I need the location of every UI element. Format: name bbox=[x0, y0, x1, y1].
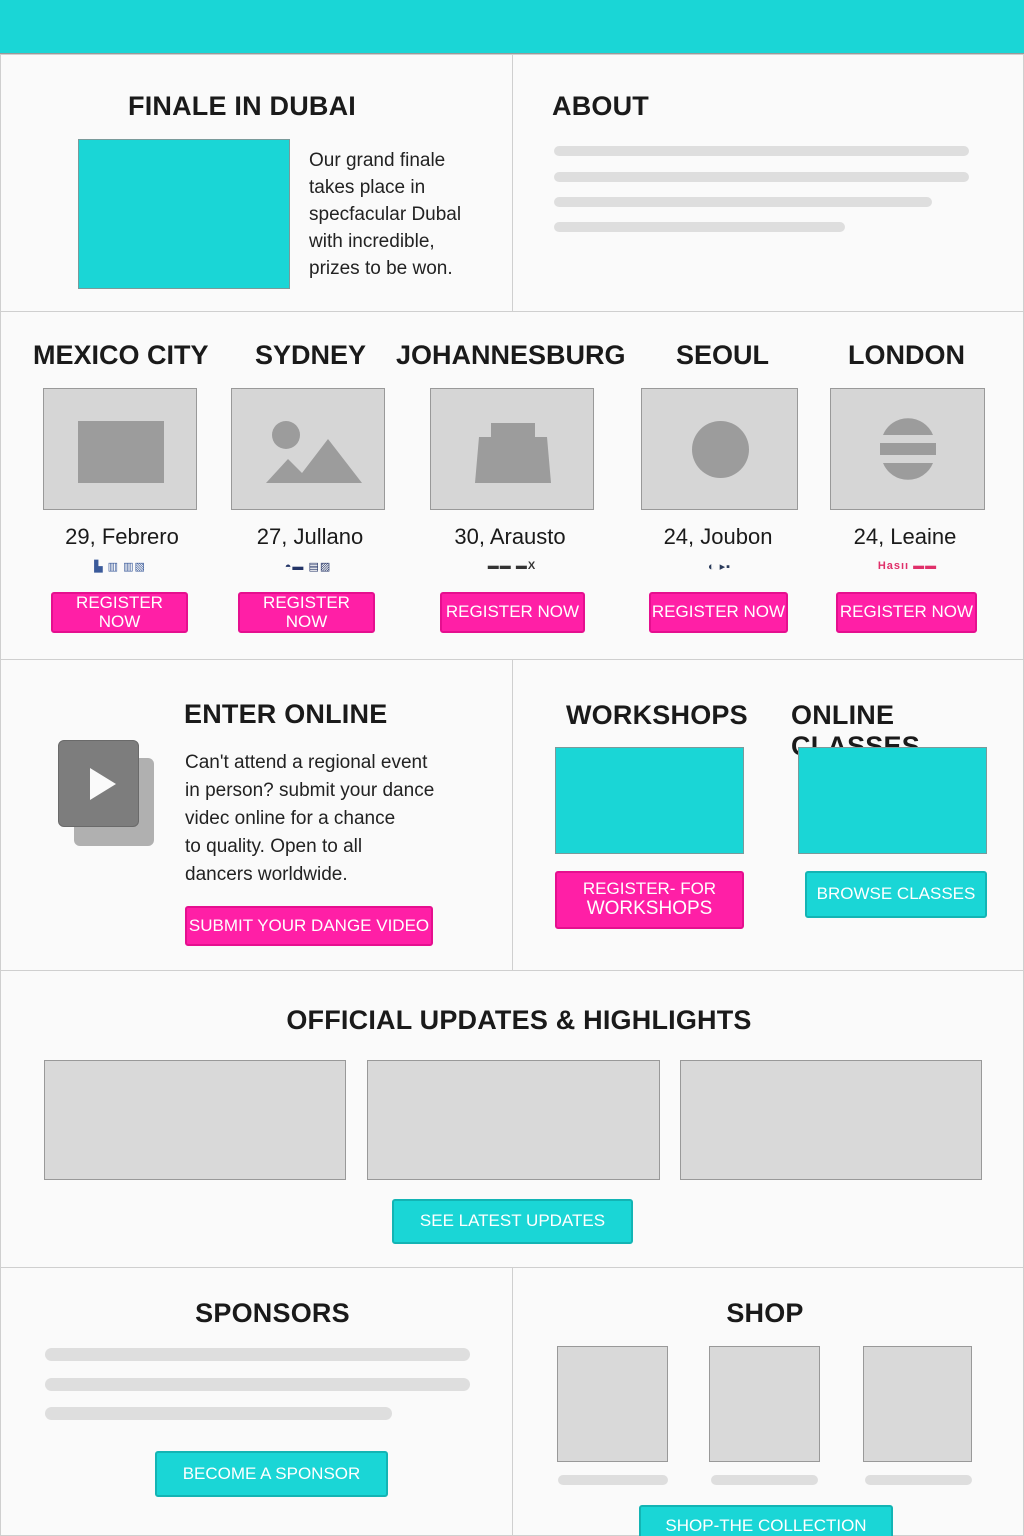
enter-online-description: Can't attend a regional event in person?… bbox=[185, 752, 435, 885]
update-card[interactable] bbox=[680, 1060, 982, 1180]
sponsor-text-line bbox=[45, 1378, 470, 1391]
updates-title: OFFICIAL UPDATES & HIGHLIGHTS bbox=[286, 1005, 752, 1035]
finale-title: FINALE IN DUBAI bbox=[128, 91, 356, 121]
video-play-icon bbox=[58, 740, 156, 846]
city-title: SYDNEY bbox=[255, 340, 367, 370]
shop-product-label bbox=[865, 1475, 972, 1485]
shop-product-image[interactable] bbox=[863, 1346, 972, 1462]
city-date: 24, Joubon bbox=[663, 524, 773, 549]
city-image bbox=[231, 388, 385, 510]
finale-image bbox=[78, 139, 290, 289]
city-flags: Hasıı ▬▬ bbox=[877, 560, 938, 572]
enter-online-panel: ENTER ONLINE Can't attend a regional eve… bbox=[0, 659, 513, 971]
city-image bbox=[43, 388, 197, 510]
sponsors-panel: SPONSORS BECOME A SPONSOR bbox=[0, 1267, 513, 1536]
city-title: SEOUL bbox=[676, 340, 770, 370]
finale-panel: FINALE IN DUBAI Our grand finale takes p… bbox=[0, 54, 513, 312]
submit-video-button[interactable]: SUBMIT YOUR DANGE VIDEO bbox=[185, 906, 433, 946]
register-workshops-button[interactable]: REGISTER- FOR WORKSHOPS bbox=[555, 871, 744, 929]
building-icon bbox=[475, 423, 551, 483]
city-title: JOHANNESBURG bbox=[396, 340, 626, 370]
city-flags: ▙ ▥ ▥▧ bbox=[94, 561, 146, 573]
update-card[interactable] bbox=[367, 1060, 660, 1180]
workshops-image bbox=[555, 747, 744, 854]
update-card[interactable] bbox=[44, 1060, 346, 1180]
about-text-line bbox=[554, 222, 845, 232]
circle-icon bbox=[692, 421, 749, 478]
shop-collection-button[interactable]: SHOP-THE COLLECTION bbox=[639, 1505, 893, 1536]
city-image bbox=[830, 388, 985, 510]
sponsor-text-line bbox=[45, 1407, 392, 1420]
shop-product-label bbox=[711, 1475, 818, 1485]
workshops-classes-panel: WORKSHOPS REGISTER- FOR WORKSHOPS ONLINE… bbox=[512, 659, 1024, 971]
sponsors-title: SPONSORS bbox=[195, 1298, 350, 1328]
enter-online-title: ENTER ONLINE bbox=[184, 699, 388, 729]
workshops-title: WORKSHOPS bbox=[566, 700, 748, 730]
city-title: LONDON bbox=[848, 340, 965, 370]
shop-product-image[interactable] bbox=[557, 1346, 668, 1462]
shop-panel: SHOP SHOP-THE COLLECTION bbox=[512, 1267, 1024, 1536]
see-latest-updates-button[interactable]: SEE LATEST UPDATES bbox=[392, 1199, 633, 1244]
sponsor-text-line bbox=[45, 1348, 470, 1361]
register-now-button[interactable]: REGISTER NOW bbox=[238, 592, 375, 633]
updates-panel: OFFICIAL UPDATES & HIGHLIGHTS SEE LATEST… bbox=[0, 970, 1024, 1268]
register-now-button[interactable]: REGISTER NOW bbox=[836, 592, 977, 633]
globe-icon bbox=[880, 418, 936, 480]
rectangle-icon bbox=[78, 421, 164, 483]
city-date: 29, Febrero bbox=[65, 524, 179, 549]
about-panel: ABOUT bbox=[512, 54, 1024, 312]
about-text-line bbox=[554, 146, 969, 156]
shop-product-label bbox=[558, 1475, 668, 1485]
city-image bbox=[641, 388, 798, 510]
browse-classes-button[interactable]: BROWSE CLASSES bbox=[805, 871, 987, 918]
online-classes-image bbox=[798, 747, 987, 854]
register-now-button[interactable]: REGISTER NOW bbox=[51, 592, 188, 633]
register-now-button[interactable]: REGISTER NOW bbox=[440, 592, 585, 633]
about-text-line bbox=[554, 172, 969, 182]
finale-description: Our grand finale takes place in specfacu… bbox=[309, 150, 462, 279]
image-icon bbox=[266, 421, 362, 483]
city-image bbox=[430, 388, 594, 510]
become-sponsor-button[interactable]: BECOME A SPONSOR bbox=[155, 1451, 388, 1497]
city-date: 27, Jullano bbox=[256, 524, 364, 549]
city-flags: ◐ ▸▪ bbox=[707, 561, 732, 573]
shop-product-image[interactable] bbox=[709, 1346, 820, 1462]
city-flags: ▬▬ ▬X bbox=[487, 560, 537, 572]
top-banner bbox=[0, 0, 1024, 54]
city-flags: ◓▬ ▤▨ bbox=[284, 561, 332, 573]
city-date: 30, Arausto bbox=[454, 524, 566, 549]
register-now-button[interactable]: REGISTER NOW bbox=[649, 592, 788, 633]
shop-title: SHOP bbox=[726, 1298, 804, 1328]
city-title: MEXICO CITY bbox=[33, 340, 209, 370]
about-title: ABOUT bbox=[552, 91, 649, 121]
city-date: 24, Leaine bbox=[853, 524, 957, 549]
about-text-line bbox=[554, 197, 932, 207]
